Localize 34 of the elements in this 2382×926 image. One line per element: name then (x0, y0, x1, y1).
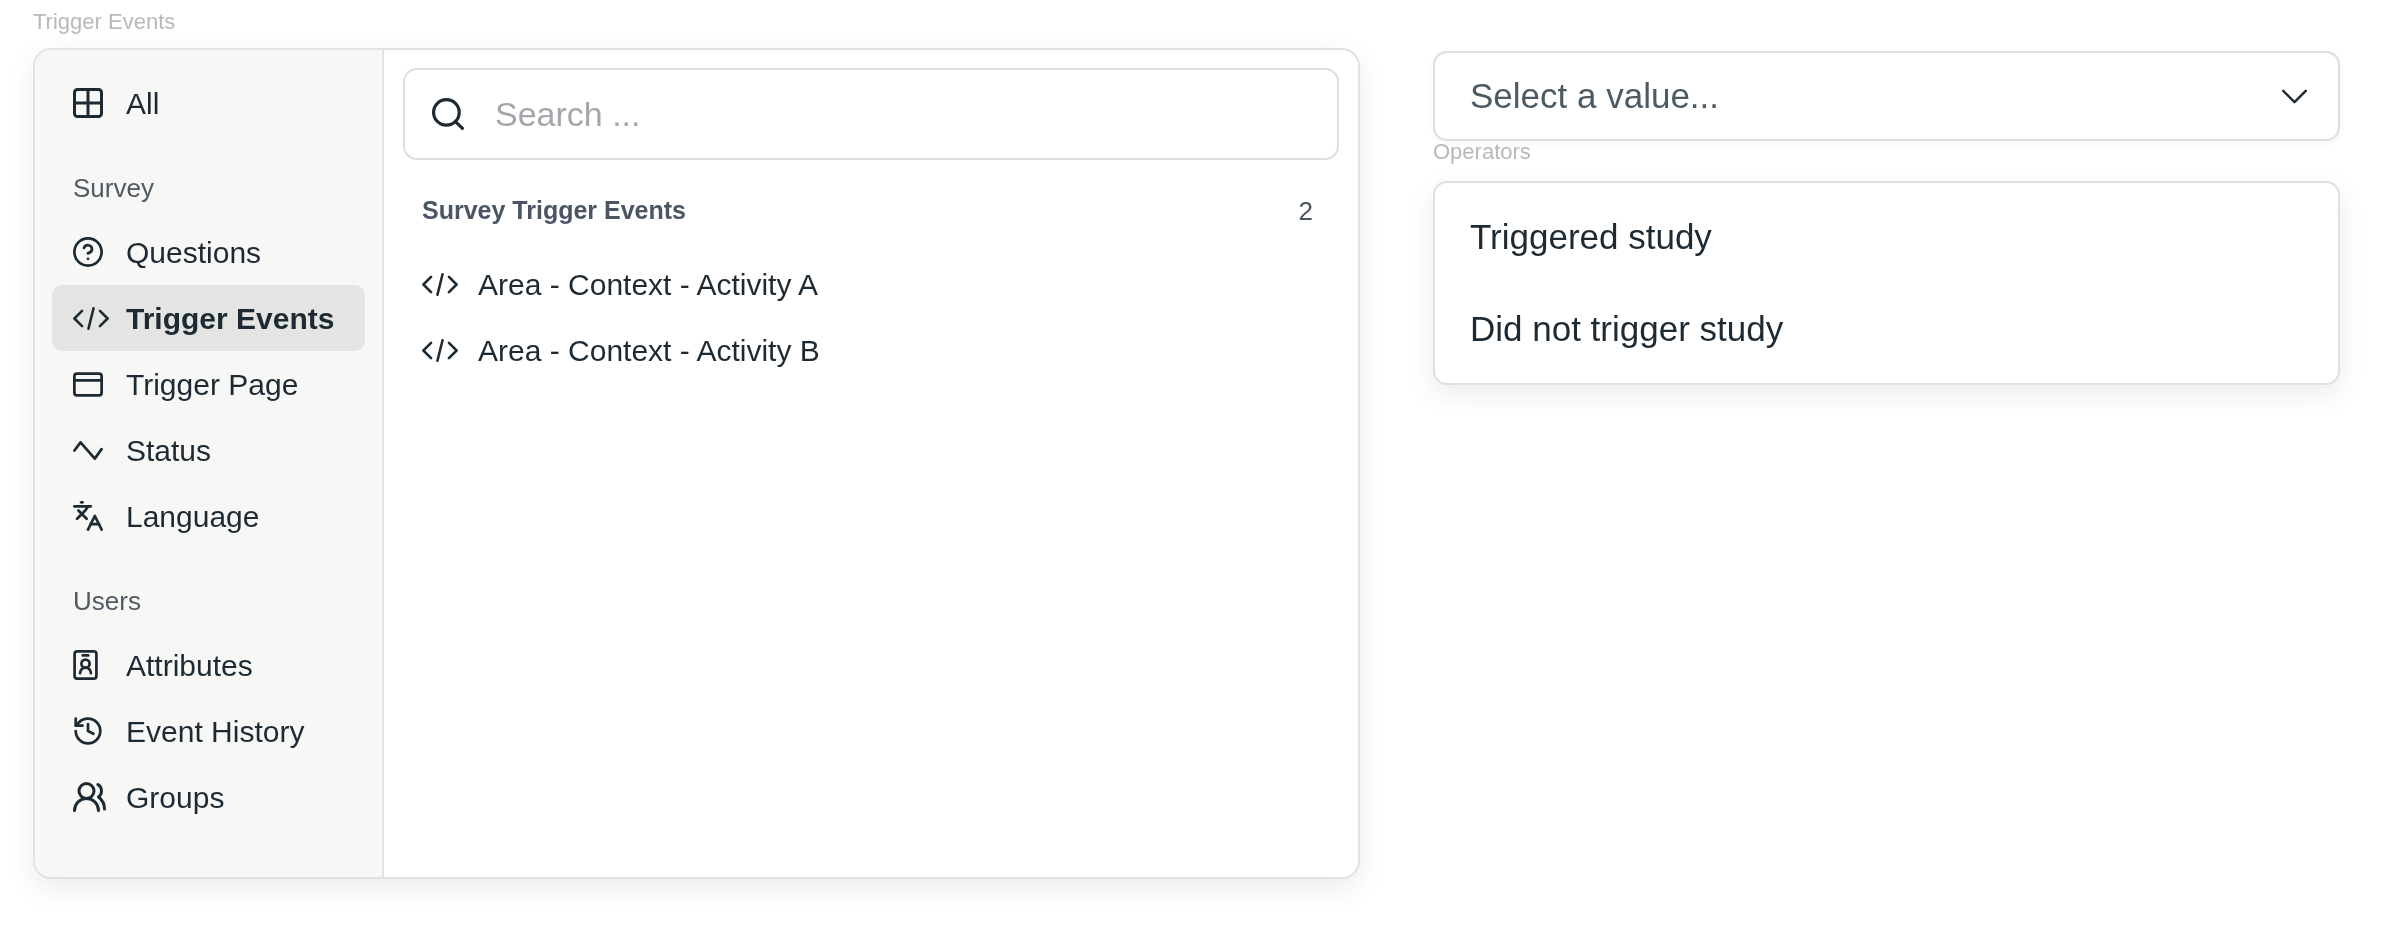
search-icon (432, 98, 464, 130)
section-heading: Survey (73, 173, 154, 203)
group-heading: Survey Trigger Events (422, 195, 686, 227)
wave-icon (73, 440, 103, 460)
sidebar-item[interactable]: Groups (52, 764, 365, 830)
sidebar-item[interactable]: Event History (52, 698, 365, 764)
sidebar-item[interactable]: All (52, 70, 365, 136)
chevron-down-icon (2281, 88, 2308, 104)
field-label: Operators (1433, 141, 1531, 163)
contact-card-icon (73, 650, 98, 680)
code-icon (422, 338, 458, 362)
code-icon (73, 306, 109, 330)
question-circle-icon (73, 237, 103, 267)
sidebar-item[interactable]: Status (52, 417, 365, 483)
translate-icon (73, 501, 103, 531)
search-field[interactable]: Search ... (403, 68, 1339, 160)
grid-icon (73, 88, 103, 118)
value-select[interactable]: Select a value... (1433, 51, 2340, 141)
sidebar-item[interactable]: Trigger Page (52, 351, 365, 417)
sidebar-item[interactable]: Attributes (52, 632, 365, 698)
menu-option[interactable]: Did not trigger study (1435, 283, 2338, 375)
window-icon (73, 371, 103, 397)
history-icon (73, 716, 103, 746)
section-heading: Users (73, 586, 141, 616)
field-label: Trigger Events (33, 8, 176, 36)
result-item[interactable]: Area - Context - Activity A (403, 251, 1339, 317)
menu-option[interactable]: Triggered study (1435, 191, 2338, 283)
result-item[interactable]: Area - Context - Activity B (403, 317, 1339, 383)
users-icon (73, 782, 106, 812)
result-count: 2 (1298, 194, 1313, 228)
sidebar-item[interactable]: Questions (52, 219, 365, 285)
code-icon (422, 272, 458, 296)
sidebar-item[interactable]: Trigger Events (52, 285, 365, 351)
sidebar-item[interactable]: Language (52, 483, 365, 549)
